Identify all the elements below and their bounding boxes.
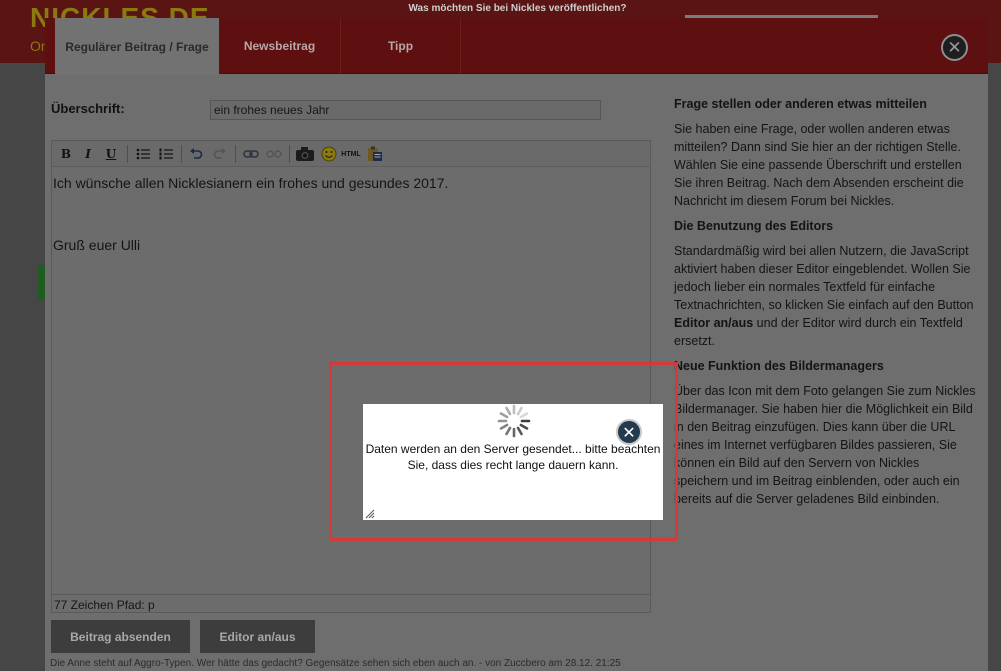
spinner-spoke <box>519 423 529 430</box>
tab-tip[interactable]: Tipp <box>341 18 461 74</box>
image-manager-button[interactable] <box>295 146 315 162</box>
help-heading: Die Benutzung des Editors <box>674 219 834 233</box>
post-modal: Regulärer Beitrag / Frage Newsbeitrag Ti… <box>45 18 988 671</box>
numbered-list-icon <box>159 148 173 160</box>
insert-link-button[interactable] <box>242 146 260 162</box>
undo-button[interactable] <box>188 146 204 162</box>
toolbar-separator <box>289 145 290 163</box>
toolbar-separator <box>181 145 182 163</box>
camera-icon <box>296 147 314 161</box>
spinner-spoke <box>499 423 509 430</box>
help-text: Standardmäßig wird bei allen Nutzern, di… <box>674 244 974 312</box>
popup-close-button[interactable]: ✕ <box>616 419 642 445</box>
remove-link-button[interactable] <box>265 146 283 162</box>
tab-regular-post[interactable]: Regulärer Beitrag / Frage <box>55 18 219 75</box>
modal-close-button[interactable]: ✕ <box>941 34 968 61</box>
smiley-button[interactable] <box>320 146 337 162</box>
editor-status-bar: 77 Zeichen Pfad: p <box>52 594 650 613</box>
help-heading: Frage stellen oder anderen etwas mitteil… <box>674 97 927 111</box>
editor-text-line: Ich wünsche allen Nicklesianern ein froh… <box>53 175 449 191</box>
help-paragraph: Sie haben eine Frage, oder wollen andere… <box>674 122 964 208</box>
spinner-spoke <box>516 406 523 416</box>
italic-icon: I <box>85 147 91 161</box>
spinner-spoke <box>519 412 529 419</box>
spinner-spoke <box>505 406 512 416</box>
loading-spinner-icon <box>497 404 531 438</box>
loading-message: Daten werden an den Server gesendet... b… <box>363 441 663 473</box>
loading-message-line: Daten werden an den Server gesendet... b… <box>365 442 661 456</box>
help-panel: Frage stellen oder anderen etwas mitteil… <box>674 97 976 517</box>
help-paragraph: Über das Icon mit dem Foto gelangen Sie … <box>674 384 976 506</box>
underline-button[interactable]: U <box>104 146 118 162</box>
submit-post-button[interactable]: Beitrag absenden <box>51 620 190 653</box>
spinner-spoke <box>516 426 523 436</box>
resize-handle-icon[interactable] <box>365 509 375 519</box>
numbered-list-button[interactable] <box>158 146 174 162</box>
modal-tab-bar: Regulärer Beitrag / Frage Newsbeitrag Ti… <box>45 18 988 75</box>
heading-label: Überschrift: <box>51 101 125 116</box>
tab-news-post[interactable]: Newsbeitrag <box>219 18 341 74</box>
redo-icon <box>213 148 226 159</box>
smiley-icon <box>321 146 336 162</box>
editor-toolbar: B I U HTML <box>52 141 650 167</box>
help-heading: Neue Funktion des Bildermanagers <box>674 359 884 373</box>
undo-icon <box>190 148 203 159</box>
bullet-list-icon <box>136 148 150 160</box>
bold-button[interactable]: B <box>59 146 73 162</box>
loading-message-line: Sie, dass dies recht lange dauern kann. <box>407 458 619 472</box>
close-icon: ✕ <box>947 37 962 58</box>
editor-text-line: Gruß euer Ulli <box>53 237 141 253</box>
unlink-icon <box>266 150 282 158</box>
bullet-list-button[interactable] <box>135 146 151 162</box>
close-icon: ✕ <box>622 422 636 442</box>
loading-popup: Daten werden an den Server gesendet... b… <box>363 404 663 520</box>
site-footer-text: Die Anne steht auf Aggro-Typen. Wer hätt… <box>50 658 621 669</box>
link-icon <box>243 150 259 158</box>
toolbar-separator <box>127 145 128 163</box>
help-paragraph: Standardmäßig wird bei allen Nutzern, di… <box>674 242 976 350</box>
italic-button[interactable]: I <box>81 146 95 162</box>
spinner-spoke <box>499 412 509 419</box>
redo-button[interactable] <box>212 146 228 162</box>
paste-icon <box>368 146 382 161</box>
underline-icon: U <box>105 147 117 161</box>
html-icon: HTML <box>341 150 361 158</box>
paste-word-button[interactable] <box>366 146 384 162</box>
html-source-button[interactable]: HTML <box>340 146 362 162</box>
heading-input[interactable] <box>210 100 601 120</box>
editor-toggle-button[interactable]: Editor an/aus <box>200 620 315 653</box>
toolbar-separator <box>235 145 236 163</box>
help-text-bold: Editor an/aus <box>674 316 754 330</box>
site-topbar-text: Was möchten Sie bei Nickles veröffentlic… <box>408 3 627 14</box>
spinner-spoke <box>505 426 512 436</box>
bold-icon: B <box>60 147 72 161</box>
